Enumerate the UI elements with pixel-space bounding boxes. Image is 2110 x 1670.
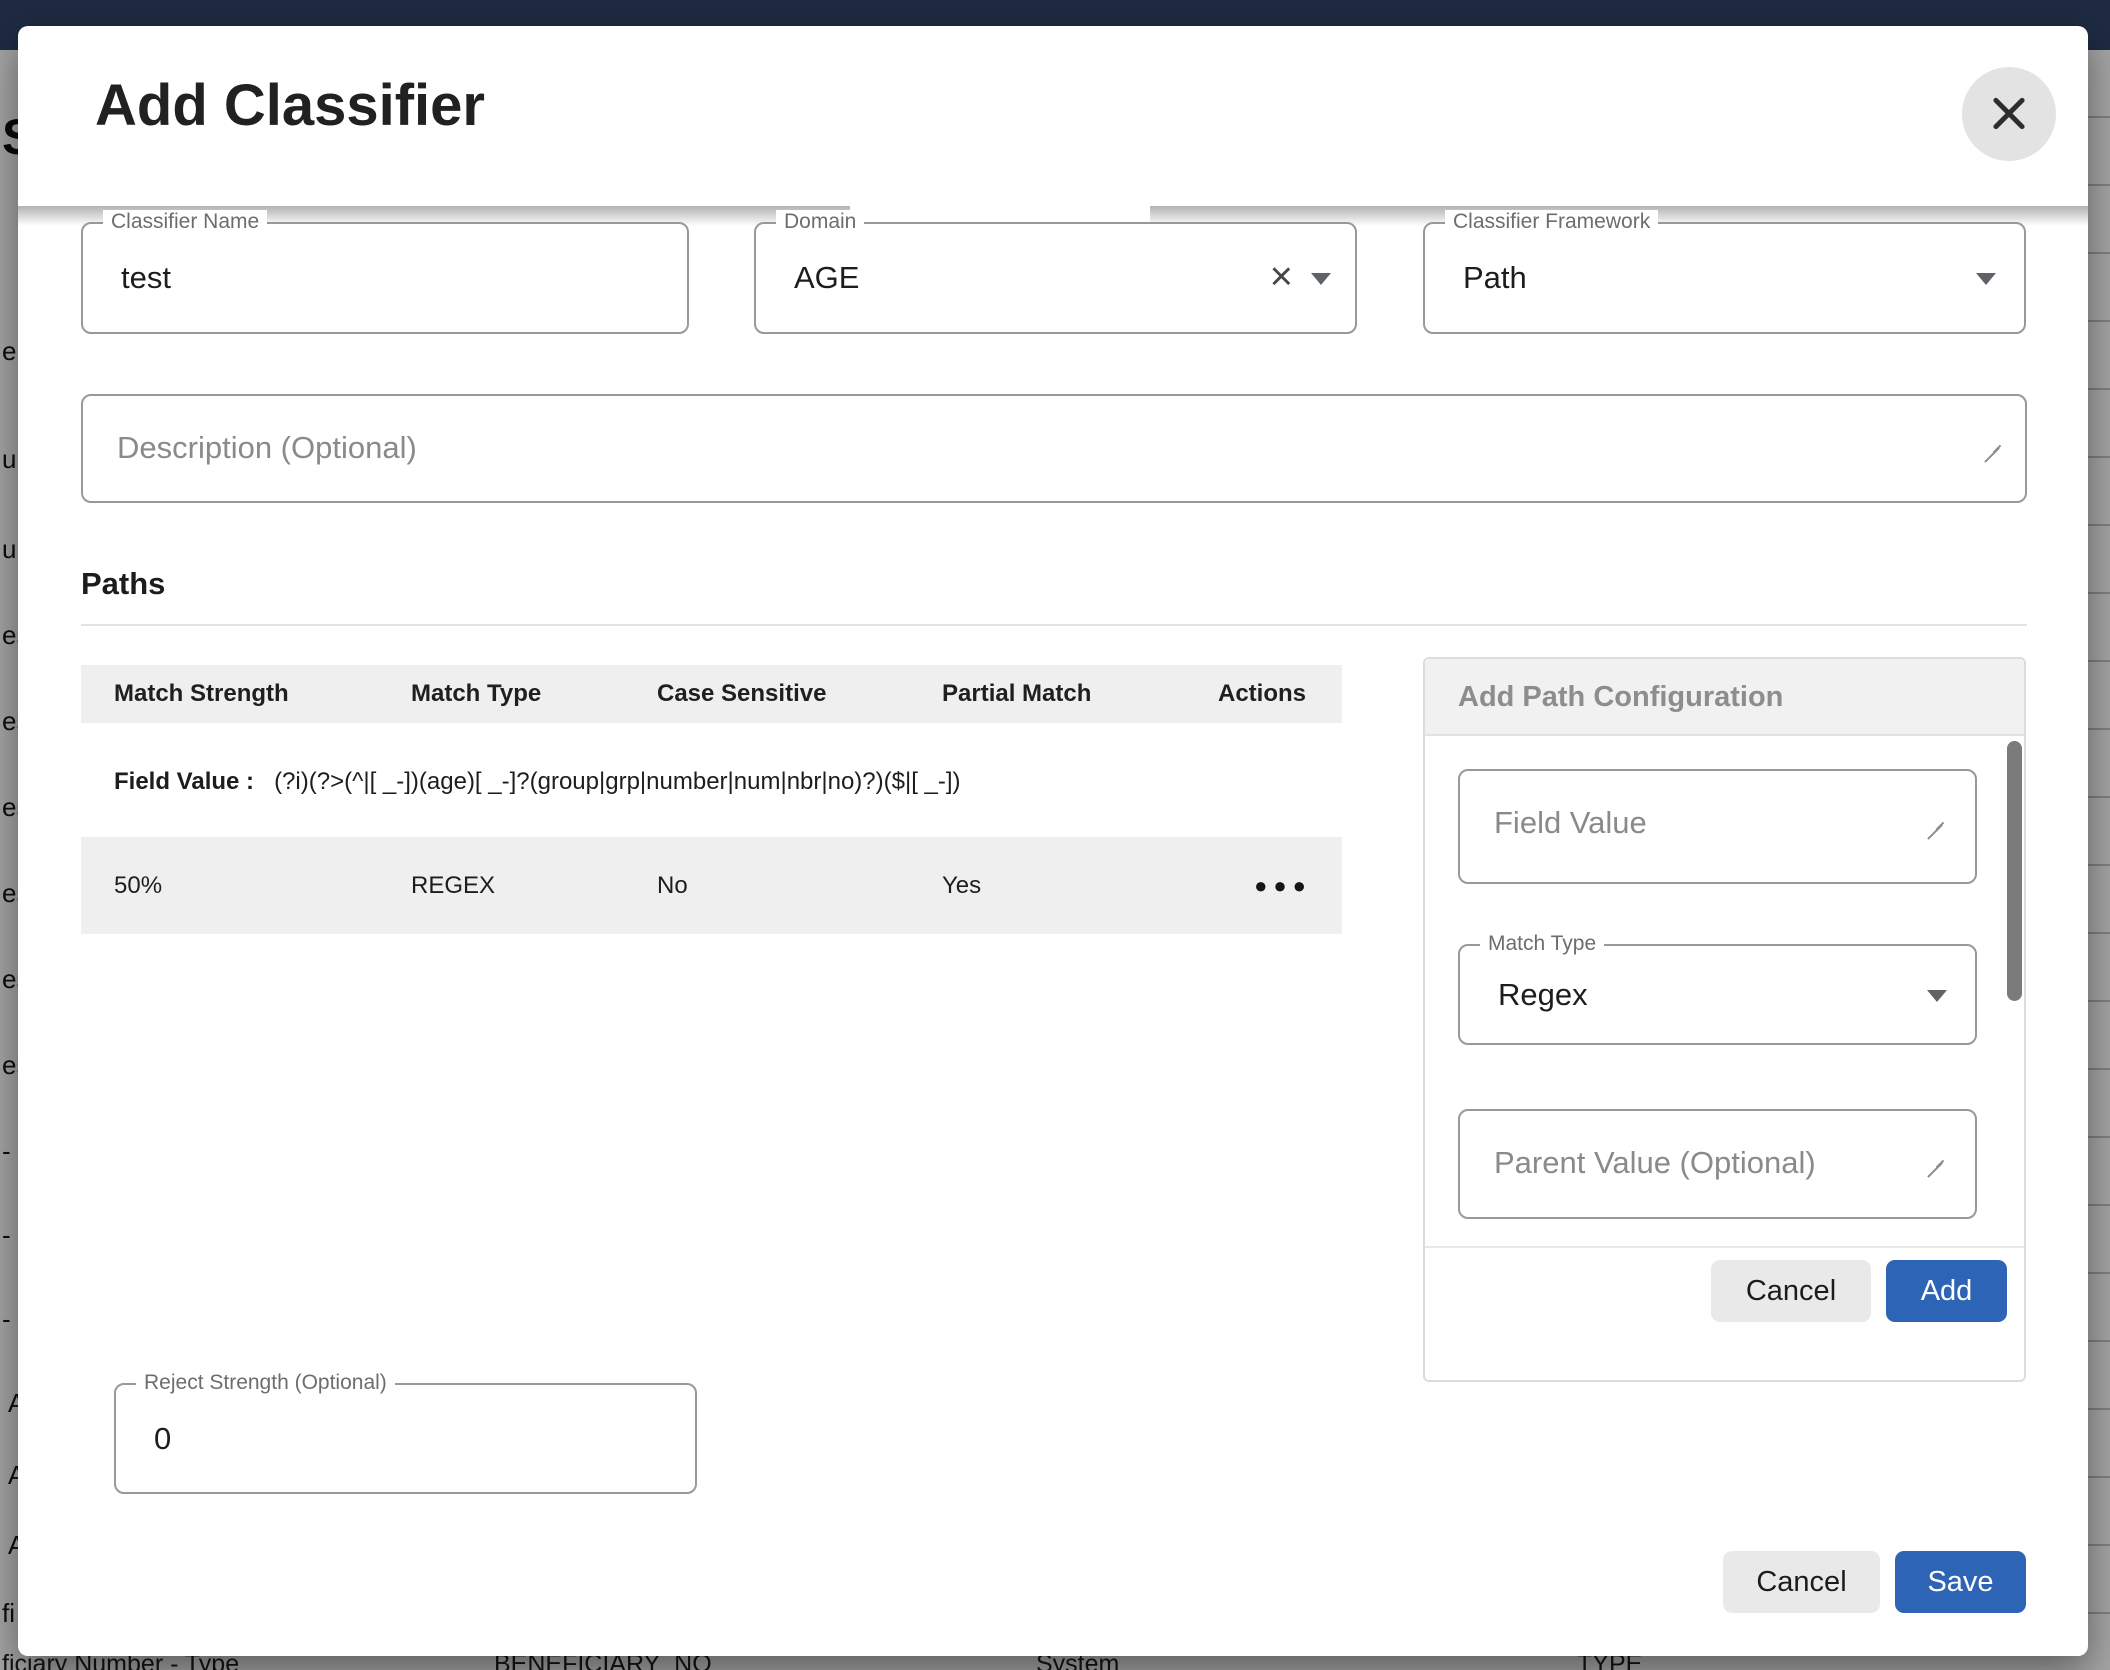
field-value-label: Field Value : bbox=[114, 768, 254, 795]
col-case-sensitive: Case Sensitive bbox=[657, 665, 826, 723]
screen: S e u u es es es es es es - I - I - - A … bbox=[0, 0, 2110, 1670]
resize-handle-icon[interactable] bbox=[1925, 1155, 1945, 1175]
match-type-select[interactable]: Match Type Regex bbox=[1458, 944, 1977, 1045]
classifier-name-field[interactable]: Classifier Name test bbox=[81, 222, 689, 334]
save-button[interactable]: Save bbox=[1895, 1551, 2026, 1613]
table-row[interactable]: 50% REGEX No Yes ●●● bbox=[81, 837, 1342, 934]
classifier-name-label: Classifier Name bbox=[103, 210, 267, 234]
chevron-down-icon[interactable] bbox=[1311, 273, 1331, 285]
paths-heading: Paths bbox=[81, 566, 165, 602]
cell-case-sensitive: No bbox=[657, 837, 688, 934]
reject-strength-field[interactable]: Reject Strength (Optional) 0 bbox=[114, 1383, 697, 1494]
classifier-framework-value: Path bbox=[1463, 260, 1527, 296]
cancel-button[interactable]: Cancel bbox=[1723, 1551, 1880, 1613]
cell-match-type: REGEX bbox=[411, 837, 495, 934]
domain-select[interactable]: Domain AGE × bbox=[754, 222, 1357, 334]
domain-value: AGE bbox=[794, 260, 859, 296]
divider bbox=[81, 624, 2027, 626]
panel-header: Add Path Configuration bbox=[1425, 659, 2024, 736]
cell-partial-match: Yes bbox=[942, 837, 981, 934]
description-textarea[interactable] bbox=[81, 394, 2027, 503]
field-value-regex: (?i)(?>(^|[ _-])(age)[ _-]?(group|grp|nu… bbox=[274, 768, 960, 795]
row-actions-menu-icon[interactable]: ●●● bbox=[1218, 837, 1348, 934]
match-type-label: Match Type bbox=[1480, 932, 1604, 956]
resize-handle-icon[interactable] bbox=[1925, 817, 1945, 837]
match-type-value: Regex bbox=[1498, 977, 1588, 1013]
field-value-textarea[interactable] bbox=[1458, 769, 1977, 884]
reject-strength-value: 0 bbox=[154, 1421, 171, 1457]
path-field-value-line: Field Value : (?i)(?>(^|[ _-])(age)[ _-]… bbox=[114, 768, 961, 796]
close-button[interactable] bbox=[1962, 67, 2056, 161]
col-partial-match: Partial Match bbox=[942, 665, 1091, 723]
classifier-framework-label: Classifier Framework bbox=[1445, 210, 1658, 234]
chevron-down-icon[interactable] bbox=[1927, 990, 1947, 1002]
panel-cancel-button[interactable]: Cancel bbox=[1711, 1260, 1871, 1322]
reject-strength-label: Reject Strength (Optional) bbox=[136, 1371, 395, 1395]
col-match-type: Match Type bbox=[411, 665, 541, 723]
add-path-configuration-panel: Add Path Configuration Match Type Regex … bbox=[1423, 657, 2026, 1382]
chevron-down-icon[interactable] bbox=[1976, 273, 1996, 285]
resize-handle-icon[interactable] bbox=[1982, 440, 2002, 460]
classifier-framework-select[interactable]: Classifier Framework Path bbox=[1423, 222, 2026, 334]
cell-match-strength: 50% bbox=[114, 837, 162, 934]
col-actions: Actions bbox=[1218, 665, 1306, 723]
col-match-strength: Match Strength bbox=[114, 665, 289, 723]
panel-scrollbar-thumb[interactable] bbox=[2007, 741, 2022, 1001]
panel-add-button[interactable]: Add bbox=[1886, 1260, 2007, 1322]
add-classifier-dialog: Add Classifier Classifier Name test Doma… bbox=[18, 26, 2088, 1656]
classifier-name-value: test bbox=[121, 260, 171, 296]
parent-value-textarea[interactable] bbox=[1458, 1109, 1977, 1219]
panel-title: Add Path Configuration bbox=[1458, 659, 2024, 736]
paths-table-header: Match Strength Match Type Case Sensitive… bbox=[81, 665, 1342, 723]
dialog-title: Add Classifier bbox=[95, 72, 485, 139]
clear-icon[interactable]: × bbox=[1270, 256, 1293, 296]
domain-label: Domain bbox=[776, 210, 864, 234]
divider bbox=[1425, 1246, 2024, 1248]
